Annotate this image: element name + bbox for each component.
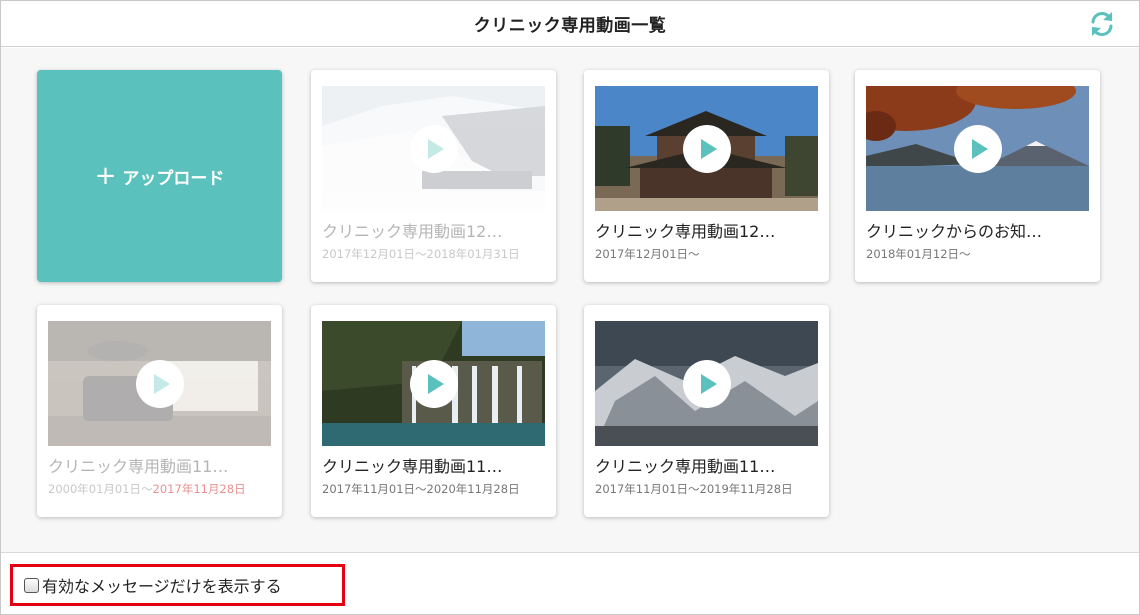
- header-bar: クリニック専用動画一覧: [1, 1, 1139, 47]
- upload-label: アップロード: [122, 168, 225, 189]
- video-card[interactable]: クリニック専用動画11… 2000年01月01日〜2017年11月28日: [37, 305, 282, 517]
- video-date: 2017年11月01日〜2019年11月28日: [595, 482, 793, 496]
- expired-date: 2017年11月28日: [152, 482, 246, 496]
- video-date: 2018年01月12日〜: [866, 247, 971, 261]
- video-date: 2017年12月01日〜: [595, 247, 700, 261]
- video-date: 2000年01月01日〜2017年11月28日: [48, 482, 246, 496]
- plus-icon: +: [94, 161, 117, 191]
- video-title: クリニック専用動画12…: [595, 222, 776, 241]
- refresh-button[interactable]: [1087, 9, 1117, 39]
- video-date: 2017年12月01日〜2018年01月31日: [322, 247, 520, 261]
- video-thumbnail-snow-mountains: [595, 321, 818, 446]
- video-title: クリニック専用動画11…: [48, 457, 229, 476]
- active-only-checkbox[interactable]: [24, 577, 39, 593]
- video-thumbnail-waterfall: [322, 321, 545, 446]
- refresh-icon: [1091, 11, 1113, 37]
- video-date: 2017年11月01日〜2020年11月28日: [322, 482, 520, 496]
- video-card[interactable]: クリニック専用動画12… 2017年12月01日〜: [584, 70, 829, 282]
- play-icon: [953, 124, 1002, 173]
- play-icon: [409, 359, 458, 408]
- video-grid: + アップロード クリニック専用動画12… 2017年12月01日〜2018年0…: [1, 48, 1139, 553]
- video-title: クリニック専用動画11…: [595, 457, 776, 476]
- video-title: クリニック専用動画12…: [322, 222, 503, 241]
- video-thumbnail-ski-slope: [322, 86, 545, 211]
- play-icon: [135, 359, 184, 408]
- video-thumbnail-lake-mountain: [866, 86, 1089, 211]
- video-title: クリニックからのお知…: [866, 222, 1043, 241]
- play-icon: [682, 359, 731, 408]
- video-card[interactable]: クリニック専用動画11… 2017年11月01日〜2019年11月28日: [584, 305, 829, 517]
- video-card[interactable]: クリニックからのお知… 2018年01月12日〜: [855, 70, 1100, 282]
- upload-button[interactable]: + アップロード: [37, 70, 282, 282]
- video-card[interactable]: クリニック専用動画11… 2017年11月01日〜2020年11月28日: [311, 305, 556, 517]
- video-thumbnail-temple: [595, 86, 818, 211]
- active-only-label[interactable]: 有効なメッセージだけを表示する: [42, 573, 282, 597]
- footer-bar: 有効なメッセージだけを表示する: [1, 554, 1139, 614]
- play-icon: [409, 124, 458, 173]
- video-card[interactable]: クリニック専用動画12… 2017年12月01日〜2018年01月31日: [311, 70, 556, 282]
- video-thumbnail-interior: [48, 321, 271, 446]
- play-icon: [682, 124, 731, 173]
- page-title: クリニック専用動画一覧: [473, 16, 667, 36]
- active-only-filter[interactable]: 有効なメッセージだけを表示する: [10, 564, 345, 606]
- video-title: クリニック専用動画11…: [322, 457, 503, 476]
